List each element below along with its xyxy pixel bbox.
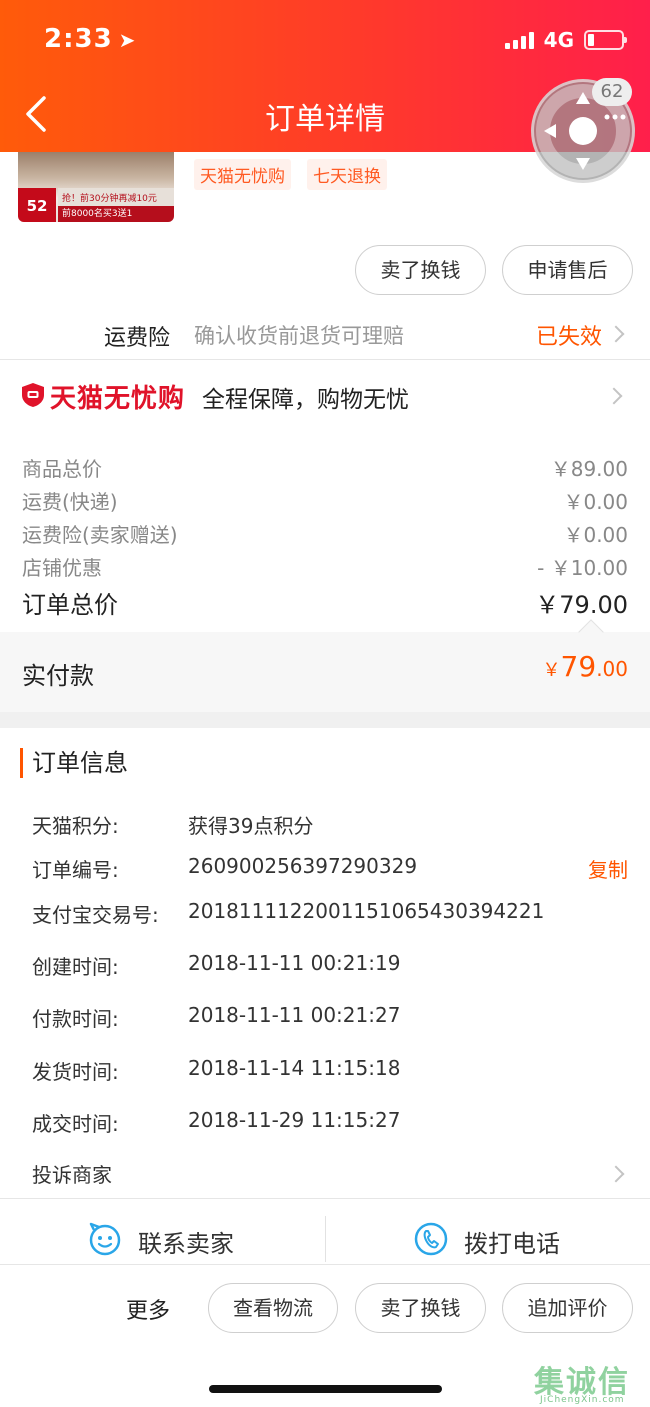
paid-amount-block: 实付款 ￥79.00 [0, 632, 650, 712]
price-value: ￥0.00 [563, 490, 628, 514]
signal-bars-icon [504, 31, 534, 49]
product-tags: 天猫无忧购 七天退换 [194, 159, 387, 190]
insurance-status: 已失效 [535, 325, 602, 350]
view-logistics-button[interactable]: 查看物流 [208, 1283, 338, 1333]
price-line-shipping-insurance: 运费险(卖家赠送) ￥0.00 [22, 519, 628, 549]
paid-label: 实付款 [22, 662, 94, 690]
info-key: 付款时间: [32, 1007, 119, 1031]
thumb-promo-band: 前8000名买3送1 [58, 206, 174, 222]
info-row-order-number: 订单编号: 260900256397290329 复制 [32, 854, 628, 884]
section-gap [0, 712, 650, 728]
divider [0, 1198, 650, 1199]
insurance-label: 运费险 [104, 326, 171, 351]
tag-tmall-worry-free: 天猫无忧购 [194, 159, 291, 190]
tmall-guarantee-name: 天猫无忧购 [50, 384, 186, 414]
status-bar-time: 2:33 ➤ [44, 24, 136, 54]
info-key: 支付宝交易号: [32, 903, 159, 927]
notification-badge: 62 [592, 78, 632, 106]
divider [0, 359, 650, 360]
watermark: 集诚信 JiChengXin.com [534, 1357, 646, 1405]
phone-icon [414, 1222, 448, 1256]
tmall-guarantee-row[interactable]: 天猫无忧购 全程保障，购物无忧 [0, 368, 650, 424]
paid-decimal: .00 [596, 657, 628, 681]
info-key: 天猫积分: [32, 814, 119, 838]
apply-aftersale-button[interactable]: 申请售后 [502, 245, 633, 295]
clock: 2:33 [44, 24, 113, 54]
network-type: 4G [543, 28, 574, 52]
info-row-completed-time: 成交时间: 2018-11-29 11:15:27 [32, 1108, 628, 1138]
info-value: 2018111122001151065430394221 [188, 899, 545, 923]
order-info-title: 订单信息 [20, 748, 128, 778]
contact-seller-button[interactable]: 联系卖家 [88, 1214, 248, 1264]
paid-amount: ￥79.00 [543, 650, 628, 683]
shipping-insurance-row[interactable]: 运费险 确认收货前退货可理赔 已失效 [0, 310, 650, 358]
info-row-created-time: 创建时间: 2018-11-11 00:21:19 [32, 951, 628, 981]
price-label: 店铺优惠 [22, 556, 102, 580]
info-value: 获得39点积分 [188, 814, 314, 838]
order-total-line: 订单总价 ￥79.00 [22, 585, 628, 619]
info-key: 创建时间: [32, 955, 119, 979]
paid-integer: 79 [560, 650, 597, 683]
sell-for-cash-button[interactable]: 卖了换钱 [355, 245, 486, 295]
more-button[interactable]: 更多 [126, 1293, 170, 1325]
price-label: 商品总价 [22, 457, 102, 481]
info-value: 2018-11-11 00:21:19 [188, 951, 401, 975]
price-line-goods-total: 商品总价 ￥89.00 [22, 453, 628, 483]
product-thumbnail[interactable]: 抢！前30分钟再减10元 前8000名买3送1 52 [18, 142, 174, 222]
add-review-button[interactable]: 追加评价 [502, 1283, 633, 1333]
info-value: 260900256397290329 [188, 854, 418, 878]
info-key: 成交时间: [32, 1112, 119, 1136]
thumb-price: 52 [18, 188, 56, 222]
home-indicator[interactable] [209, 1385, 442, 1393]
price-line-shipping: 运费(快递) ￥0.00 [22, 486, 628, 516]
price-value: ￥89.00 [550, 457, 628, 481]
sell-for-cash-button-bottom[interactable]: 卖了换钱 [355, 1283, 486, 1333]
contact-row: 联系卖家 拨打电话 [0, 1214, 650, 1264]
location-arrow-icon: ➤ [118, 28, 137, 52]
info-value: 2018-11-11 00:21:27 [188, 1003, 401, 1027]
chevron-right-icon [607, 1165, 625, 1183]
chat-face-icon [89, 1222, 121, 1256]
copy-order-number-button[interactable]: 复制 [588, 854, 628, 883]
call-phone-button[interactable]: 拨打电话 [414, 1214, 574, 1264]
info-value: 2018-11-14 11:15:18 [188, 1056, 401, 1080]
price-line-store-discount: 店铺优惠 - ￥10.00 [22, 552, 628, 582]
price-label: 运费(快递) [22, 490, 118, 514]
order-total-value: ￥79.00 [535, 591, 628, 619]
info-row-paid-time: 付款时间: 2018-11-11 00:21:27 [32, 1003, 628, 1033]
battery-icon [584, 30, 627, 50]
status-bar-right: 4G [504, 28, 627, 52]
contact-separator [325, 1216, 326, 1262]
watermark-url: JiChengXin.com [540, 1395, 625, 1405]
tag-seven-day-return: 七天退换 [307, 159, 387, 190]
price-label: 运费险(卖家赠送) [22, 523, 178, 547]
chevron-right-icon [605, 387, 623, 405]
tmall-guarantee-slogan: 全程保障，购物无忧 [202, 387, 409, 413]
info-row-tmall-points: 天猫积分: 获得39点积分 [32, 810, 628, 840]
contact-seller-label: 联系卖家 [138, 1230, 234, 1258]
info-row-alipay-trade-number: 支付宝交易号: 2018111122001151065430394221 [32, 899, 628, 929]
complain-seller-row[interactable]: 投诉商家 [32, 1159, 628, 1189]
order-total-label: 订单总价 [22, 591, 118, 619]
info-key: 发货时间: [32, 1060, 119, 1084]
info-row-shipped-time: 发货时间: 2018-11-14 11:15:18 [32, 1056, 628, 1086]
info-key: 订单编号: [32, 858, 119, 882]
info-value: 2018-11-29 11:15:27 [188, 1108, 401, 1132]
price-value: ￥0.00 [563, 523, 628, 547]
paid-currency: ￥ [542, 660, 561, 681]
price-value: - ￥10.00 [537, 556, 628, 580]
insurance-description: 确认收货前退货可理赔 [194, 324, 404, 348]
tmall-shield-icon [22, 383, 44, 407]
thumb-promo-note: 抢！前30分钟再减10元 [62, 194, 157, 204]
call-phone-label: 拨打电话 [464, 1230, 560, 1258]
complain-seller-label: 投诉商家 [32, 1163, 112, 1187]
chevron-right-icon [607, 325, 625, 343]
